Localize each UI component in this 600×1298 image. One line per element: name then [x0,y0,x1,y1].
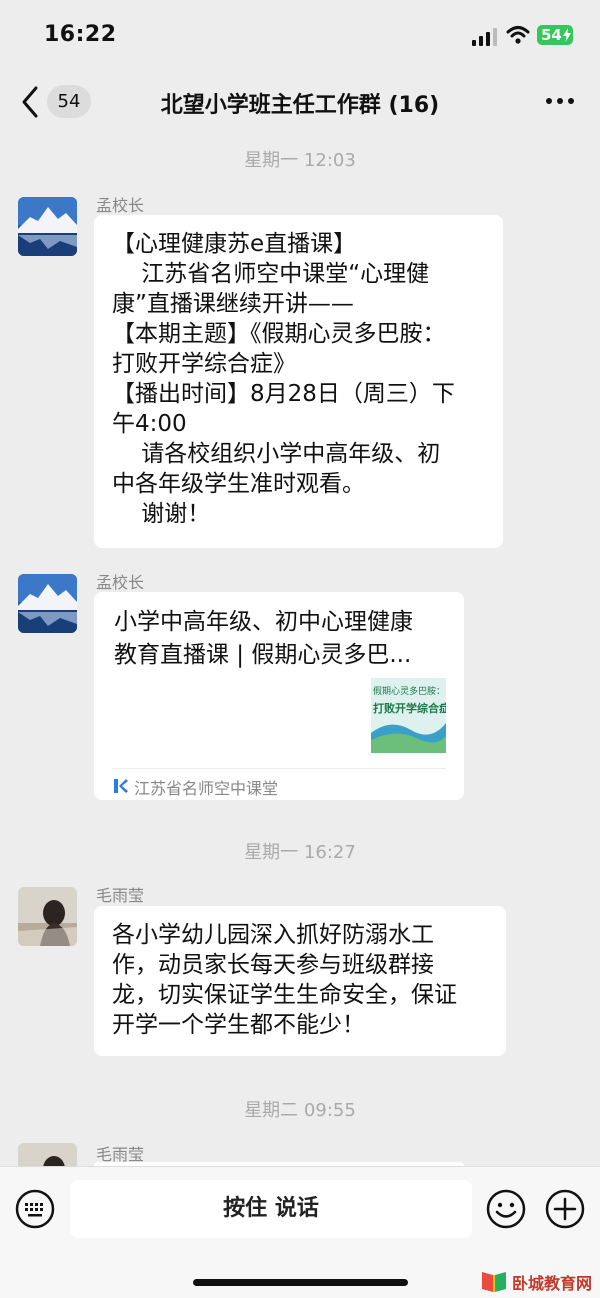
message-timestamp: 星期二 09:55 [244,1100,356,1121]
sender-name: 孟校长 [96,196,145,215]
message-line: 康”直播课继续开讲—— [112,291,354,317]
message-line: 请各校组织小学中高年级、初 [112,441,441,467]
message-line: 各小学幼儿园深入抓好防溺水工 [112,922,434,948]
sender-name: 毛雨莹 [96,886,145,905]
message-line: 打败开学综合症》 [112,351,296,377]
watermark-text: 卧城教育网 [512,1274,593,1293]
message-line: 【本期主题】《假期心灵多巴胺： [112,321,446,347]
message-line: 开学一个学生都不能少！ [112,1012,365,1038]
avatar-image [18,197,77,256]
message-line: 龙，切实保证学生生命安全，保证 [112,982,457,1008]
more-options-icon[interactable] [545,96,575,106]
message-bubble[interactable]: 各小学幼儿园深入抓好防溺水工 作，动员家长每天参与班级群接 龙，切实保证学生生命安全… [94,906,506,1056]
message-text: 【心理健康苏e直播课】 江苏省名师空中课堂“心理健 康”直播课继续开讲—— 【本期主… [112,229,455,529]
watermark: 卧城教育网 [480,1268,600,1296]
avatar-image [18,574,77,633]
hold-to-talk-button[interactable]: 按住 说话 [70,1180,472,1238]
card-title-line: 小学中高年级、初中心理健康 [114,609,413,635]
book-logo-icon [482,1272,506,1292]
message-bubble[interactable]: 【心理健康苏e直播课】 江苏省名师空中课堂“心理健 康”直播课继续开讲—— 【本期主… [94,215,503,548]
status-bar: 16:22 54 [0,0,600,70]
card-title-line: 教育直播课 | 假期心灵多巴... [114,642,412,668]
source-logo-icon [114,779,128,793]
card-divider [112,768,446,769]
battery-indicator: 54 [537,25,573,45]
avatar-image [18,887,77,946]
cellular-signal-icon [472,28,497,46]
person-avatar[interactable] [18,1143,77,1166]
card-source: 江苏省名师空中课堂 [134,779,279,798]
battery-level: 54 [541,26,562,44]
message-line: 【心理健康苏e直播课】 [112,231,357,257]
person-avatar[interactable] [18,887,77,946]
message-text: 各小学幼儿园深入抓好防溺水工 作，动员家长每天参与班级群接 龙，切实保证学生生命安全… [112,920,457,1040]
message-line: 江苏省名师空中课堂“心理健 [112,261,430,287]
message-line: 中各年级学生准时观看。 [112,471,365,497]
message-line: 【播出时间】8月28日（周三）下 [112,381,455,407]
emoji-icon[interactable] [486,1189,526,1229]
wifi-icon [506,26,530,44]
keyboard-icon[interactable] [15,1189,55,1229]
mountain-lake-avatar[interactable] [18,197,77,256]
home-indicator [193,1279,408,1286]
avatar-image [18,1143,77,1166]
charging-bolt-icon [563,28,571,42]
card-thumbnail: 假期心灵多巴胺： 打败开学综合症 [371,678,446,753]
message-line: 午4:00 [112,411,187,437]
link-card[interactable]: 小学中高年级、初中心理健康 教育直播课 | 假期心灵多巴... 假期心灵多巴胺：… [94,592,464,800]
thumbnail-subtitle: 假期心灵多巴胺： [373,687,446,697]
card-title: 小学中高年级、初中心理健康 教育直播课 | 假期心灵多巴... [114,606,444,672]
message-line: 谢谢！ [112,501,211,527]
message-timestamp: 星期一 16:27 [244,842,356,863]
plus-icon[interactable] [545,1189,585,1229]
thumbnail-title: 打败开学综合症 [373,702,446,715]
mountain-lake-avatar[interactable] [18,574,77,633]
message-line: 作，动员家长每天参与班级群接 [112,952,434,978]
chat-title: 北望小学班主任工作群 (16) [160,93,440,118]
sender-name: 孟校长 [96,573,145,592]
message-timestamp: 星期一 12:03 [244,150,356,171]
status-time: 16:22 [44,22,117,47]
